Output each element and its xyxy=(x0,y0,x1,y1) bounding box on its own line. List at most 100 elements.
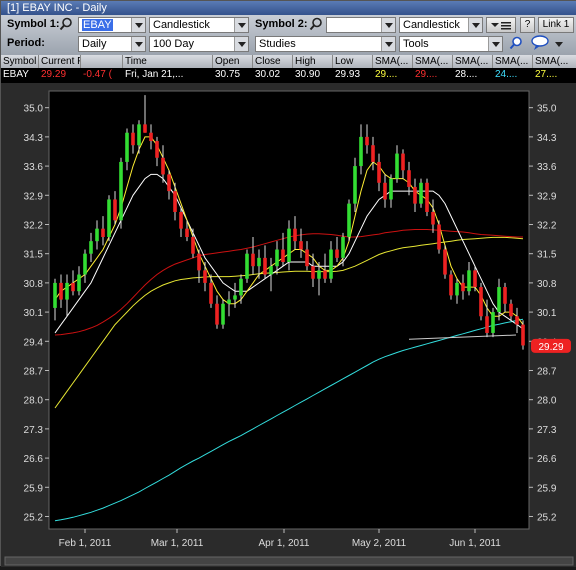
period-value: Daily xyxy=(82,38,107,50)
y-tick-label-left: 25.9 xyxy=(24,483,44,494)
chart-type-1-value: Candlestick xyxy=(153,19,210,31)
y-tick-label-left: 35.0 xyxy=(24,104,44,115)
menu-icon xyxy=(491,22,511,30)
y-tick-label-left: 26.6 xyxy=(24,454,44,465)
y-tick-label-left: 33.6 xyxy=(24,162,44,173)
quote-header-cell[interactable]: SMA(... xyxy=(413,55,453,68)
chart-type-select-2[interactable]: Candlestick xyxy=(399,17,483,33)
search-icon[interactable] xyxy=(309,17,323,31)
menu-button[interactable] xyxy=(486,17,516,33)
link-button[interactable]: Link 1 xyxy=(538,17,574,33)
chart-type-select-1[interactable]: Candlestick xyxy=(149,17,249,33)
horizontal-scrollbar[interactable] xyxy=(4,556,574,566)
y-tick-label-left: 25.2 xyxy=(24,512,44,523)
quote-header-cell[interactable]: Current Price xyxy=(39,55,81,68)
quote-header-cell[interactable]: SMA(... xyxy=(373,55,413,68)
candle-up xyxy=(419,182,423,204)
quote-value-cell: EBAY xyxy=(3,69,29,80)
quote-header-cell[interactable]: SMA(... xyxy=(453,55,493,68)
candle-down xyxy=(281,249,285,263)
y-tick-label-right: 25.9 xyxy=(537,483,557,494)
quote-value-cell: 29.93 xyxy=(335,69,361,80)
range-value: 100 Day xyxy=(153,38,194,50)
zoom-icon[interactable] xyxy=(509,36,523,50)
quote-header-cell[interactable]: Close xyxy=(253,55,293,68)
studies-select[interactable]: Studies xyxy=(255,36,396,52)
chevron-down-icon[interactable] xyxy=(468,18,482,32)
chat-icon[interactable] xyxy=(530,35,550,51)
y-tick-label-left: 32.9 xyxy=(24,191,44,202)
candle-up xyxy=(83,253,87,275)
candle-down xyxy=(473,270,477,288)
candle-up xyxy=(89,241,93,254)
y-tick-label-left: 32.2 xyxy=(24,220,44,231)
symbol1-input[interactable]: EBAY xyxy=(78,17,146,33)
quote-value-cell: 29.... xyxy=(375,69,398,80)
chevron-down-icon[interactable] xyxy=(554,39,564,49)
candle-down xyxy=(143,124,147,133)
x-tick-label: Feb 1, 2011 xyxy=(59,538,112,549)
quote-header-cell[interactable]: SMA(... xyxy=(533,55,576,68)
chevron-down-icon[interactable] xyxy=(488,37,502,51)
chevron-down-icon[interactable] xyxy=(131,18,145,32)
candle-down xyxy=(167,174,171,192)
candle-up xyxy=(95,228,99,242)
candle-up xyxy=(53,282,57,308)
symbol2-input[interactable] xyxy=(326,17,396,33)
x-tick-label: Mar 1, 2011 xyxy=(151,538,204,549)
y-tick-label-left: 29.4 xyxy=(24,337,44,348)
quote-value-cell: 28.... xyxy=(455,69,478,80)
y-tick-label-right: 26.6 xyxy=(537,454,557,465)
candle-down xyxy=(323,270,327,279)
candle-down xyxy=(521,324,525,346)
y-tick-label-right: 35.0 xyxy=(537,104,557,115)
quote-header-cell[interactable] xyxy=(81,55,123,68)
period-label: Period: xyxy=(7,37,45,49)
y-tick-label-left: 30.1 xyxy=(24,308,44,319)
quote-header-cell[interactable]: Symbol xyxy=(1,55,39,68)
y-tick-label-left: 30.8 xyxy=(24,279,44,290)
candle-down xyxy=(401,153,405,171)
candle-down xyxy=(437,224,441,250)
chart-svg[interactable]: 35.0 35.0 34.3 34.3 33.6 33.6 32.9 32.9 32.2 32.2… xyxy=(1,83,576,567)
candle-down xyxy=(383,182,387,200)
price-chart[interactable]: 35.0 35.0 34.3 34.3 33.6 33.6 32.9 32.9 32.2 32.2… xyxy=(1,83,576,567)
tools-select[interactable]: Tools xyxy=(399,36,503,52)
quote-value-cell: 30.02 xyxy=(255,69,281,80)
candle-up xyxy=(497,287,501,313)
quote-header-cell[interactable]: Time xyxy=(123,55,213,68)
chevron-down-icon[interactable] xyxy=(234,18,248,32)
search-icon[interactable] xyxy=(59,17,73,31)
y-tick-label-right: 32.9 xyxy=(537,191,557,202)
candle-down xyxy=(407,170,411,187)
candle-down xyxy=(485,316,489,333)
candle-down xyxy=(101,228,105,237)
candle-up xyxy=(491,312,495,333)
y-tick-label-right: 28.7 xyxy=(537,366,557,377)
candle-down xyxy=(503,287,507,304)
chevron-down-icon[interactable] xyxy=(381,18,395,32)
range-select[interactable]: 100 Day xyxy=(149,36,249,52)
candle-up xyxy=(269,266,273,275)
candle-down xyxy=(371,145,375,162)
quote-header-cell[interactable]: High xyxy=(293,55,333,68)
candle-down xyxy=(251,253,255,267)
y-tick-label-left: 28.0 xyxy=(24,396,44,407)
y-tick-label-right: 33.6 xyxy=(537,162,557,173)
period-select[interactable]: Daily xyxy=(78,36,146,52)
candle-down xyxy=(191,237,195,254)
y-tick-label-left: 27.3 xyxy=(24,425,44,436)
help-button[interactable]: ? xyxy=(520,17,535,33)
quote-value-cell: 29.29 xyxy=(41,69,67,80)
quote-header-cell[interactable]: SMA(... xyxy=(493,55,533,68)
chevron-down-icon[interactable] xyxy=(234,37,248,51)
x-tick-label: Jun 1, 2011 xyxy=(449,538,501,549)
quote-header-cell[interactable]: Low xyxy=(333,55,373,68)
candle-up xyxy=(467,270,471,292)
candle-up xyxy=(329,249,333,279)
candle-down xyxy=(443,249,447,275)
chevron-down-icon[interactable] xyxy=(381,37,395,51)
candle-down xyxy=(113,199,117,221)
chevron-down-icon[interactable] xyxy=(131,37,145,51)
quote-header-cell[interactable]: Open xyxy=(213,55,253,68)
